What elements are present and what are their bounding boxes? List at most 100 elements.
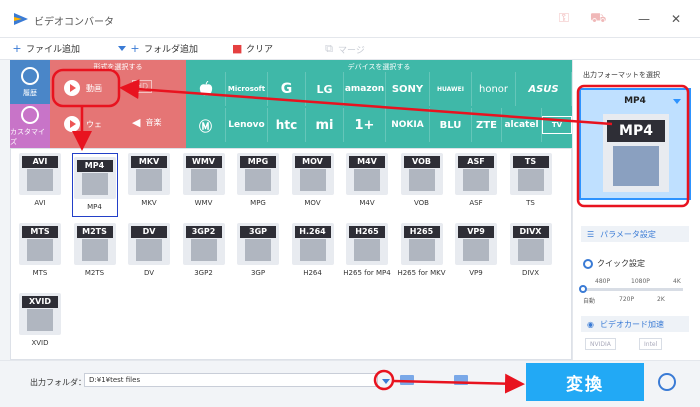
quick-settings-label: クイック設定: [597, 259, 645, 268]
folder-browse-icon[interactable]: [400, 375, 414, 385]
parameter-settings-button[interactable]: ☰ パラメータ設定: [581, 226, 689, 242]
format-item-h265-for-mkv[interactable]: H265 H265 for MKV: [397, 223, 446, 287]
play-icon: [64, 80, 80, 96]
format-label: M2TS: [84, 269, 105, 277]
format-item-vp9[interactable]: VP9 VP9: [453, 223, 499, 287]
history-icon: [21, 66, 39, 85]
format-grid: AVI AVI MP4 MP4 MKV MKV WMV WMV MPG MPG MOV MOV M4V M…: [10, 148, 572, 360]
device-blu[interactable]: BLU: [430, 108, 472, 142]
format-item-3gp2[interactable]: 3GP2 3GP2: [181, 223, 227, 287]
film-icon: [245, 169, 271, 191]
format-item-h264[interactable]: H.264 H264: [290, 223, 336, 287]
cart-icon[interactable]: ⛟: [590, 11, 606, 27]
format-icon: M2TS: [73, 223, 116, 265]
format-item-m2ts[interactable]: M2TS M2TS: [72, 223, 118, 287]
format-label: MKV: [141, 199, 157, 207]
add-file-button[interactable]: + ファイル追加: [12, 42, 80, 55]
add-file-label: ファイル追加: [26, 45, 81, 55]
history-label: 履歴: [23, 88, 37, 97]
output-format-selector[interactable]: MP4 MP4: [579, 88, 691, 200]
format-label: VP9: [469, 269, 483, 277]
format-item-mkv[interactable]: MKV MKV: [126, 153, 172, 217]
nvidia-chip[interactable]: NVIDIA: [585, 338, 616, 350]
convert-button[interactable]: 変換: [526, 363, 644, 401]
device-lg[interactable]: LG: [306, 72, 344, 106]
device-htc[interactable]: htc: [268, 108, 306, 142]
format-item-divx[interactable]: DIVX DIVX: [508, 223, 554, 287]
device-microsoft[interactable]: Microsoft: [226, 72, 268, 106]
folder-dropdown-icon[interactable]: [382, 379, 390, 384]
customize-tab[interactable]: カスタマイズ: [10, 104, 50, 148]
format-item-mp4[interactable]: MP4 MP4: [71, 153, 118, 217]
film-icon: [354, 169, 380, 191]
toolbar: + ファイル追加 + フォルダ追加 ■ クリア ⧉ マージ: [0, 38, 700, 60]
device-mi[interactable]: mi: [306, 108, 344, 142]
format-item-mts[interactable]: MTS MTS: [17, 223, 63, 287]
film-icon: [190, 169, 217, 191]
format-label: MP4: [87, 203, 102, 211]
quality-slider-knob[interactable]: [579, 285, 587, 293]
format-icon: TS: [509, 153, 552, 195]
format-item-dv[interactable]: DV DV: [126, 223, 172, 287]
merge-button[interactable]: ⧉ マージ: [324, 42, 365, 56]
motorola-logo-icon[interactable]: Ⓜ: [186, 108, 226, 142]
format-tag: DIVX: [512, 226, 549, 238]
device-amazon[interactable]: amazon: [344, 72, 386, 106]
category-audio[interactable]: ◀ 音楽: [132, 116, 161, 129]
minimize-button[interactable]: —: [636, 11, 652, 27]
add-folder-button[interactable]: + フォルダ追加: [130, 42, 198, 55]
device-google[interactable]: G: [268, 72, 306, 106]
history-tab[interactable]: 履歴: [10, 60, 50, 104]
format-item-mpg[interactable]: MPG MPG: [235, 153, 281, 217]
key-icon[interactable]: ⚿: [556, 11, 572, 27]
format-item-mov[interactable]: MOV MOV: [290, 153, 336, 217]
category-video[interactable]: 動画: [64, 80, 102, 96]
gpu-acceleration-button[interactable]: ◉ ビデオカード加速: [581, 316, 689, 332]
close-button[interactable]: ✕: [668, 11, 684, 27]
format-tag: VP9: [458, 226, 494, 238]
intel-chip[interactable]: Intel: [639, 338, 663, 350]
device-tv[interactable]: TV: [542, 116, 572, 134]
device-zte[interactable]: ZTE: [472, 108, 502, 142]
open-folder-icon[interactable]: [454, 375, 468, 385]
device-lenovo[interactable]: Lenovo: [226, 108, 268, 142]
apple-logo-icon[interactable]: [186, 72, 226, 106]
alarm-clock-icon[interactable]: [658, 373, 676, 391]
category-web[interactable]: ウェ: [64, 116, 102, 132]
format-item-asf[interactable]: ASF ASF: [453, 153, 499, 217]
format-item-vob[interactable]: VOB VOB: [399, 153, 445, 217]
format-item-wmv[interactable]: WMV WMV: [181, 153, 227, 217]
format-item-3gp[interactable]: 3GP 3GP: [235, 223, 281, 287]
add-file-dropdown-icon[interactable]: [118, 46, 126, 51]
format-icon: ASF: [455, 153, 497, 195]
speaker-icon: ◀: [132, 116, 141, 129]
format-item-ts[interactable]: TS TS: [508, 153, 554, 217]
add-folder-label: フォルダ追加: [144, 45, 199, 55]
quality-slider[interactable]: [579, 285, 683, 293]
clear-button[interactable]: ■ クリア: [232, 42, 273, 55]
format-item-h265-for-mp4[interactable]: H265 H265 for MP4: [343, 223, 391, 287]
mp4-format-icon: MP4: [603, 114, 669, 192]
film-icon: [27, 239, 53, 261]
film-icon: [299, 169, 326, 191]
format-tag: MTS: [22, 226, 58, 238]
device-nokia[interactable]: NOKIA: [386, 108, 430, 142]
device-oneplus[interactable]: 1+: [344, 108, 386, 142]
format-tag: XVID: [22, 296, 58, 308]
bottom-bar: 出力フォルダ： 変換: [0, 360, 700, 407]
output-folder-input[interactable]: [84, 373, 378, 387]
device-sony[interactable]: SONY: [386, 72, 430, 106]
format-tag: VOB: [403, 156, 440, 168]
format-item-xvid[interactable]: XVID XVID: [17, 293, 63, 357]
category-hd[interactable]: HD: [132, 80, 153, 93]
device-alcatel[interactable]: alcatel: [502, 108, 542, 142]
format-tag: MPG: [240, 156, 276, 168]
format-item-avi[interactable]: AVI AVI: [17, 153, 63, 217]
format-item-m4v[interactable]: M4V M4V: [344, 153, 390, 217]
device-honor[interactable]: honor: [472, 72, 516, 106]
format-label: MPG: [250, 199, 266, 207]
format-icon: VOB: [400, 153, 443, 195]
device-huawei[interactable]: HUAWEI: [430, 72, 472, 106]
device-asus[interactable]: ASUS: [516, 72, 572, 106]
film-icon: [354, 239, 380, 261]
